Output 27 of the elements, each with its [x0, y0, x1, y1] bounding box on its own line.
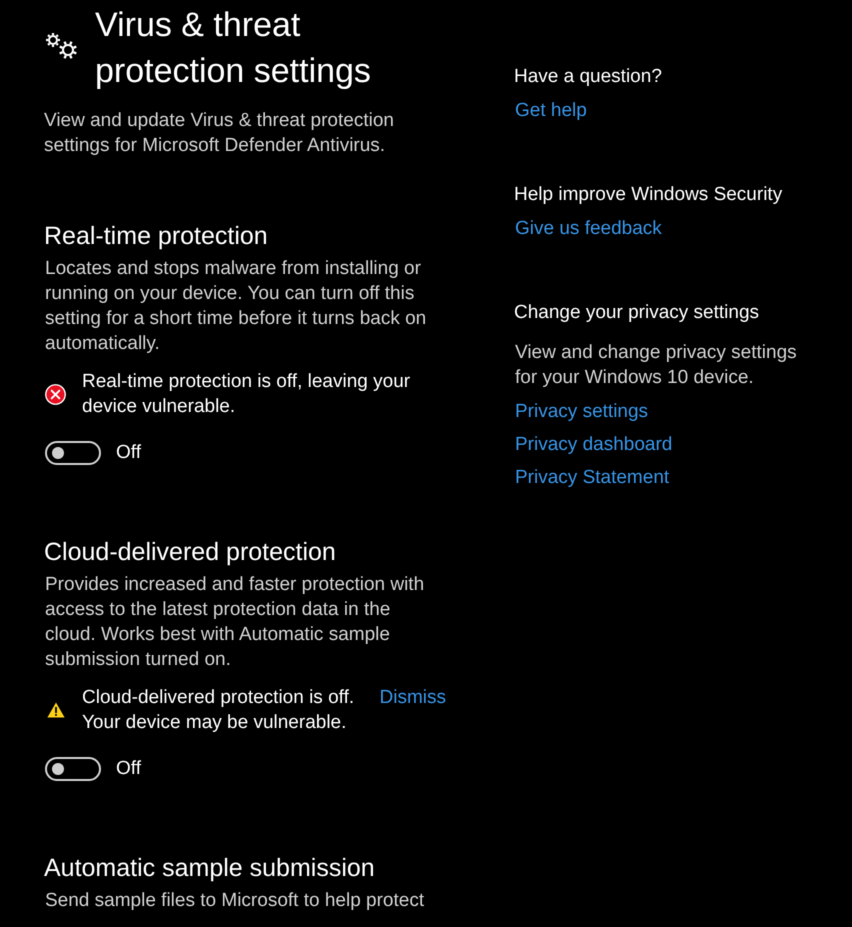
toggle-switch[interactable] — [45, 440, 101, 464]
help-link[interactable]: Privacy settings — [515, 399, 648, 424]
section-heading: Automatic sample submission — [44, 853, 376, 884]
sidebar-description: View and change privacy settings for your Windows 10 device. — [515, 341, 798, 390]
error-icon — [45, 384, 66, 404]
alert-message: Cloud-delivered protection is off. Your device may be vulnerable. — [82, 686, 356, 735]
gears-icon — [46, 32, 77, 59]
sidebar-heading: Help improve Windows Security — [514, 183, 782, 207]
alert-message: Real-time protection is off, leaving your device vulnerable. — [82, 370, 412, 419]
section-heading: Cloud-delivered protection — [44, 537, 337, 568]
page-title: Virus & threat protection settings — [95, 5, 372, 92]
toggle-switch[interactable] — [45, 756, 101, 780]
sidebar-heading: Have a question? — [514, 65, 662, 89]
toggle-label: Off — [116, 441, 141, 465]
sidebar-heading: Change your privacy settings — [514, 301, 760, 325]
help-link[interactable]: Give us feedback — [515, 216, 662, 241]
section-description: Provides increased and faster protection with access to the latest protection data in the cloud. Works best with Automatic sample submission turned on. — [45, 573, 426, 672]
help-link[interactable]: Privacy dashboard — [515, 432, 672, 457]
page-description: View and update Virus & threat protection settings for Microsoft Defender Antivirus. — [44, 109, 395, 158]
toggle-label: Off — [116, 757, 141, 781]
section-description: Send sample files to Microsoft to help protect — [45, 889, 426, 913]
section-description: Locates and stops malware from installing or running on your device. You can turn off this setting for a short time before it turns back on automatically. — [45, 257, 428, 356]
help-link[interactable]: Privacy Statement — [515, 465, 670, 490]
section-heading: Real-time protection — [44, 221, 269, 252]
dismiss-link[interactable]: Dismiss — [368, 685, 446, 710]
help-link[interactable]: Get help — [515, 98, 587, 123]
warning-icon — [47, 702, 65, 718]
